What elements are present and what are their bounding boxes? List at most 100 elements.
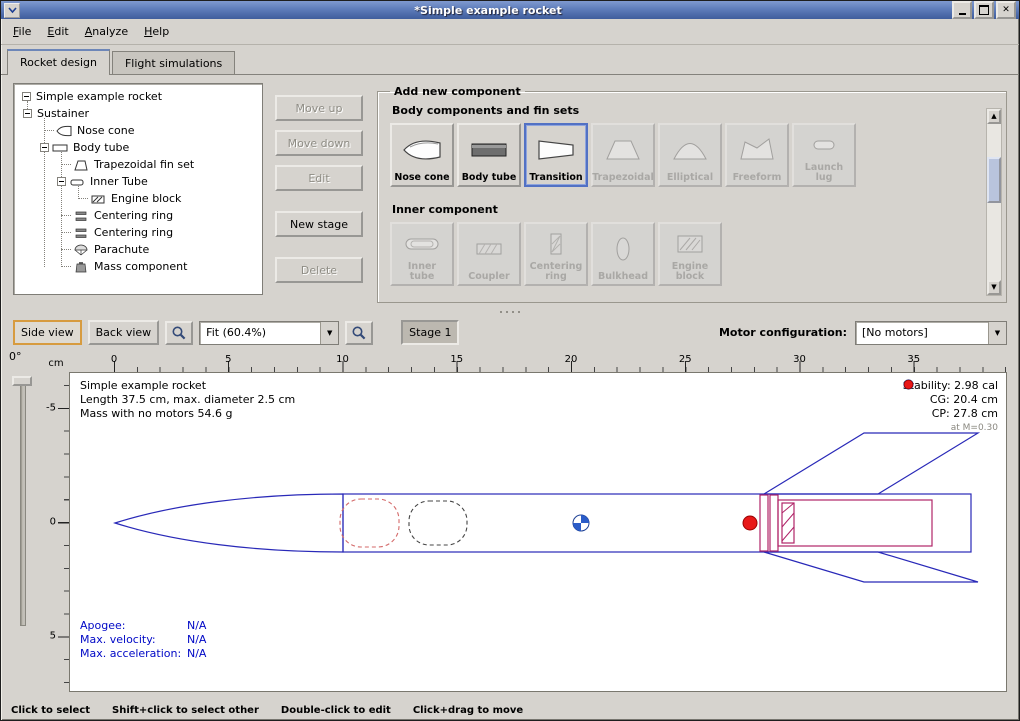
rotation-slider-handle[interactable]	[12, 376, 32, 386]
hint-shift-click: Shift+click to select other	[112, 705, 259, 716]
scroll-down-button[interactable]: ▼	[987, 280, 1001, 295]
window-menu-button[interactable]	[4, 3, 20, 18]
window-title: *Simple example rocket	[24, 4, 952, 17]
menubar: File Edit Analyze Help	[1, 19, 1019, 45]
tree-connector	[61, 215, 71, 216]
horizontal-ruler: 0 5 10 15 20 25 30 35	[69, 354, 1007, 372]
collapse-icon[interactable]	[23, 109, 32, 118]
nose-cone-icon	[56, 125, 72, 137]
stage-1-toggle[interactable]: Stage 1	[401, 320, 459, 345]
ruler-unit-label: cm	[45, 354, 67, 372]
hint-click-select: Click to select	[11, 705, 90, 716]
tree-guide	[27, 101, 28, 109]
inner-components-row: Inner tube Coupler Centering ring Bulkhe…	[388, 222, 996, 286]
chevron-down-icon[interactable]: ▼	[320, 322, 338, 344]
centering-ring-icon	[73, 210, 89, 222]
delete-button: Delete	[275, 257, 363, 283]
menu-analyze[interactable]: Analyze	[77, 22, 136, 41]
tree-connector	[61, 232, 71, 233]
engine-block-icon	[670, 226, 710, 262]
add-nose-cone-button[interactable]: Nose cone	[390, 123, 454, 187]
tree-item-sustainer[interactable]: Sustainer	[14, 105, 262, 122]
menu-help[interactable]: Help	[136, 22, 177, 41]
rocket-info: Simple example rocket Length 37.5 cm, ma…	[80, 379, 295, 421]
rocket-view-area: 0° cm 0 5 10 15 20 25 30 35 -5 0 5	[1, 348, 1019, 700]
elliptical-fin-icon	[670, 127, 710, 173]
tabstrip: Rocket design Flight simulations	[1, 45, 1019, 75]
zoom-in-button[interactable]	[345, 321, 373, 345]
tab-flight-simulations[interactable]: Flight simulations	[112, 51, 235, 74]
inner-tube-outline	[778, 500, 932, 546]
status-bar: Click to select Shift+click to select ot…	[1, 700, 1019, 720]
add-transition-button[interactable]: Transition	[524, 123, 588, 187]
magnifier-icon	[351, 325, 367, 341]
rotation-slider[interactable]	[20, 380, 26, 626]
zoom-out-button[interactable]	[165, 321, 193, 345]
tree-item-parachute[interactable]: Parachute	[14, 241, 262, 258]
tree-item-engine-block[interactable]: Engine block	[14, 190, 262, 207]
body-tube-icon	[52, 142, 68, 154]
add-bulkhead-button: Bulkhead	[591, 222, 655, 286]
collapse-icon[interactable]	[22, 92, 31, 101]
side-view-button[interactable]: Side view	[13, 320, 82, 345]
tree-item-centering-ring-1[interactable]: Centering ring	[14, 207, 262, 224]
tree-connector	[44, 130, 54, 131]
collapse-icon[interactable]	[57, 177, 66, 186]
tree-guide	[61, 152, 62, 267]
rocket-canvas[interactable]: Simple example rocket Length 37.5 cm, ma…	[69, 372, 1007, 692]
chevron-down-icon[interactable]: ▼	[988, 322, 1006, 344]
cp-value: CP: 27.8 cm	[932, 407, 998, 421]
close-button[interactable]: ✕	[996, 1, 1016, 19]
tree-item-fin-set[interactable]: Trapezoidal fin set	[14, 156, 262, 173]
mass-component-icon	[73, 261, 89, 273]
tree-item-mass-component[interactable]: Mass component	[14, 258, 262, 275]
launch-lug-icon	[804, 127, 844, 163]
component-tree[interactable]: Simple example rocket Sustainer Nose con…	[13, 83, 263, 295]
tree-item-rocket[interactable]: Simple example rocket	[14, 88, 262, 105]
freeform-fin-icon	[737, 127, 777, 173]
scrollbar-thumb[interactable]	[987, 157, 1001, 203]
menu-file[interactable]: File	[5, 22, 39, 41]
maximize-button[interactable]	[974, 1, 994, 19]
zoom-select[interactable]: Fit (60.4%) ▼	[199, 321, 339, 345]
tree-item-centering-ring-2[interactable]: Centering ring	[14, 224, 262, 241]
add-launch-lug-button: Launch lug	[792, 123, 856, 187]
tree-item-inner-tube[interactable]: Inner Tube	[14, 173, 262, 190]
component-scrollbar[interactable]: ▲ ▼	[986, 108, 1002, 296]
bottom-fin-outline	[764, 552, 978, 582]
tree-guide	[78, 186, 79, 199]
collapse-icon[interactable]	[40, 143, 49, 152]
tree-actions: Move up Move down Edit New stage Delete	[275, 95, 363, 303]
motor-configuration-select[interactable]: [No motors] ▼	[855, 321, 1007, 345]
add-component-title: Add new component	[390, 85, 525, 98]
panel-splitter[interactable]	[1, 307, 1019, 317]
centering-ring-outline	[770, 495, 778, 551]
inner-component-label: Inner component	[392, 203, 996, 216]
tree-guide	[44, 118, 45, 267]
minimize-button[interactable]	[952, 1, 972, 19]
scroll-up-button[interactable]: ▲	[987, 109, 1001, 124]
back-view-button[interactable]: Back view	[88, 320, 160, 345]
titlebar[interactable]: *Simple example rocket ✕	[1, 1, 1019, 19]
new-stage-button[interactable]: New stage	[275, 211, 363, 237]
cg-marker	[573, 515, 589, 531]
tree-item-nose-cone[interactable]: Nose cone	[14, 122, 262, 139]
centering-ring-icon	[536, 226, 576, 262]
bulkhead-icon	[603, 226, 643, 272]
rotation-angle-label: 0°	[9, 350, 22, 363]
body-components-label: Body components and fin sets	[392, 104, 996, 117]
minimize-icon	[959, 13, 966, 15]
engine-block-icon	[90, 193, 106, 205]
close-icon: ✕	[1002, 6, 1010, 15]
tree-item-body-tube[interactable]: Body tube	[14, 139, 262, 156]
add-body-tube-button[interactable]: Body tube	[457, 123, 521, 187]
trapezoidal-fin-icon	[603, 127, 643, 173]
centering-ring-outline	[760, 495, 768, 551]
menu-edit[interactable]: Edit	[39, 22, 76, 41]
cp-icon	[903, 379, 914, 390]
engine-block-outline	[782, 503, 794, 543]
tab-rocket-design[interactable]: Rocket design	[7, 49, 110, 75]
body-tube-outline	[343, 494, 971, 552]
maximize-icon	[979, 5, 989, 15]
up-arrow-icon: ▲	[991, 113, 996, 120]
